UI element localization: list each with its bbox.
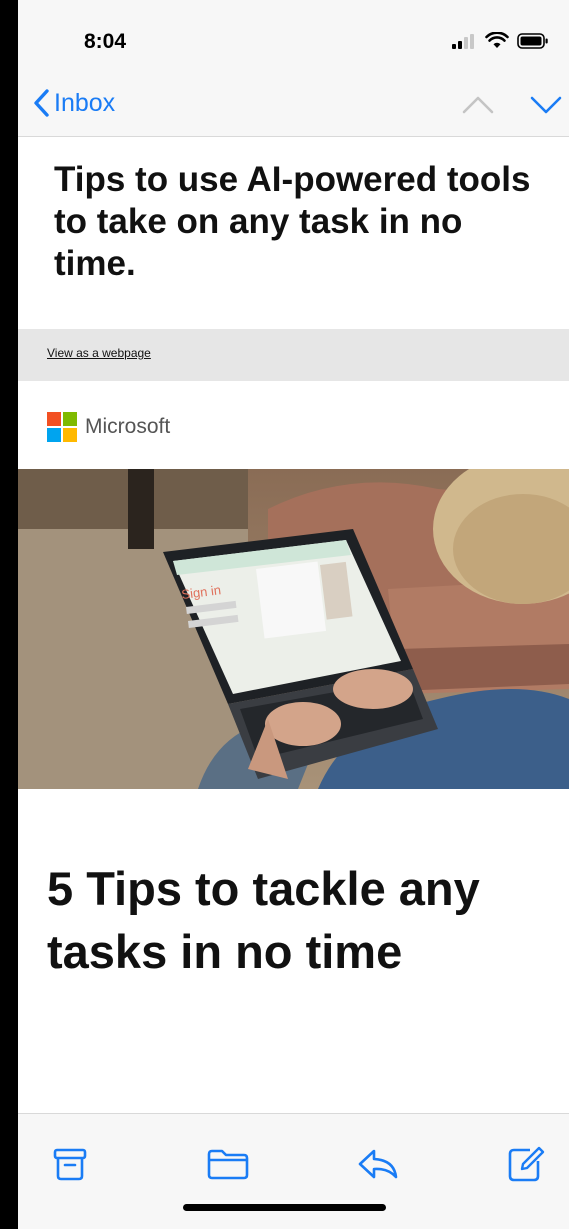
move-to-folder-button[interactable] [206, 1142, 250, 1186]
email-body[interactable]: Tips to use AI-powered tools to take on … [18, 137, 569, 1113]
cellular-signal-icon [452, 33, 474, 49]
folder-icon [207, 1149, 249, 1180]
status-time: 8:04 [84, 30, 127, 53]
status-bar: 8:04 [18, 0, 569, 80]
archive-button[interactable] [48, 1142, 92, 1186]
next-message-chevron-down-icon[interactable] [529, 92, 563, 118]
mail-nav-bar: Inbox [18, 80, 569, 137]
webview-band: View as a webpage [18, 329, 569, 381]
battery-icon [517, 32, 548, 49]
logo-text: Microsoft [85, 415, 171, 438]
status-icons [451, 32, 549, 49]
previous-message-chevron-up-icon[interactable] [461, 92, 495, 118]
reply-button[interactable] [356, 1142, 400, 1186]
archive-icon [53, 1148, 87, 1181]
hero-image: Sign in [18, 469, 569, 789]
reply-icon [358, 1149, 398, 1179]
wifi-icon [485, 32, 509, 48]
mail-toolbar [18, 1113, 569, 1229]
microsoft-windows-logo-icon [47, 412, 77, 442]
compose-icon [508, 1146, 545, 1182]
email-subject: Tips to use AI-powered tools to take on … [54, 160, 531, 283]
view-as-webpage-link[interactable]: View as a webpage [47, 346, 151, 360]
back-label: Inbox [54, 88, 116, 117]
email-headline: 5 Tips to tackle any tasks in no time [47, 862, 480, 978]
compose-button[interactable] [504, 1142, 548, 1186]
back-to-inbox-button[interactable]: Inbox [32, 88, 115, 118]
microsoft-logo: Microsoft [47, 412, 170, 442]
chevron-left-icon [34, 89, 49, 117]
message-nav-arrows [461, 92, 563, 118]
phone-screen: 8:04 Inbox Tips to use AI-powered tools … [18, 0, 569, 1229]
home-indicator[interactable] [183, 1204, 386, 1211]
